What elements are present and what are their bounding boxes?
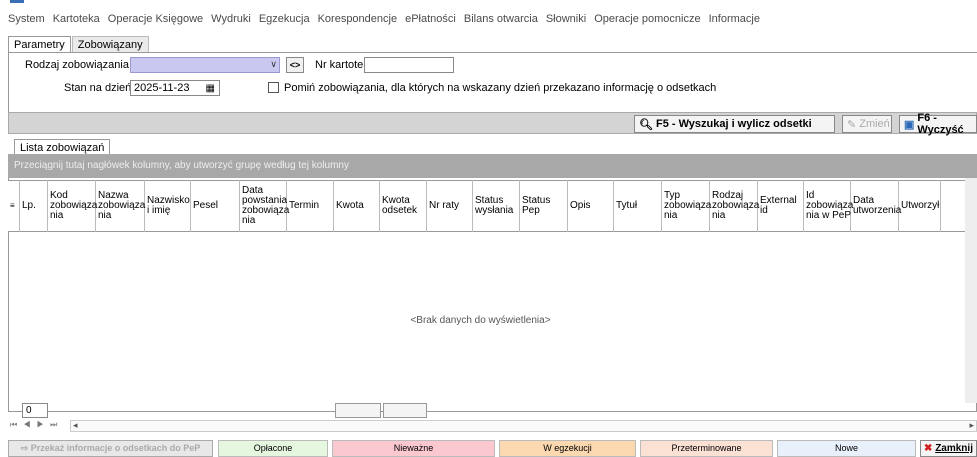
record-navigator[interactable]: ⏮ ◀ ▶ ⏭ bbox=[10, 420, 59, 430]
horizontal-scrollbar[interactable]: ◂ ▸ bbox=[70, 420, 977, 432]
row-count: 0 bbox=[22, 403, 48, 418]
menu-eplatnosci[interactable]: ePłatności bbox=[401, 13, 460, 25]
col-pesel[interactable]: Pesel bbox=[191, 180, 240, 232]
eraser-icon: ▣ bbox=[904, 118, 915, 131]
col-data-powstania[interactable]: Data powstania zobowiąza nia bbox=[240, 180, 289, 232]
tab-zobowiazany[interactable]: Zobowiązany bbox=[71, 36, 149, 53]
col-kwota[interactable]: Kwota bbox=[334, 180, 380, 232]
menu-slowniki[interactable]: Słowniki bbox=[542, 13, 590, 25]
col-nazwa[interactable]: Nazwa zobowiąza nia bbox=[96, 180, 145, 232]
f6-clear-button[interactable]: ▣ F6 - Wyczyść bbox=[899, 112, 977, 136]
sum-kwota bbox=[335, 403, 381, 418]
col-kod[interactable]: Kod zobowiąza nia bbox=[48, 180, 97, 232]
menu-bar: System Kartoteka Operacje Księgowe Wydru… bbox=[0, 8, 977, 30]
stan-date-value: 2025-11-23 bbox=[134, 82, 190, 94]
col-nazwisko[interactable]: Nazwisko i imię bbox=[145, 180, 191, 232]
col-lp[interactable]: Lp. bbox=[20, 180, 48, 232]
rodzaj-select[interactable]: ∨ bbox=[130, 57, 280, 73]
params-tabs: Parametry Zobowiązany bbox=[8, 36, 150, 53]
zamknij-label: Zamknij bbox=[935, 443, 973, 454]
f5-label: F5 - Wyszukaj i wylicz odsetki bbox=[655, 118, 812, 130]
col-status-wyslania[interactable]: Status wysłania bbox=[473, 180, 520, 232]
legend-w-egzekucji: W egzekucji bbox=[499, 440, 636, 457]
group-by-panel[interactable]: Przeciągnij tutaj nagłówek kolumny, aby … bbox=[8, 154, 977, 178]
menu-egzekucja[interactable]: Egzekucja bbox=[255, 13, 314, 25]
arrow-right-icon: ⇨ bbox=[20, 443, 29, 453]
stan-label: Stan na dzień bbox=[64, 82, 132, 94]
menu-operacje-pomocnicze[interactable]: Operacje pomocnicze bbox=[590, 13, 704, 25]
title-strip bbox=[0, 0, 977, 6]
przekaz-button[interactable]: ⇨ Przekaż informacje o odsetkach do PeP bbox=[8, 440, 213, 457]
f5-search-button[interactable]: 🔍︎ F5 - Wyszukaj i wylicz odsetki bbox=[634, 115, 835, 133]
menu-informacje[interactable]: Informacje bbox=[705, 13, 764, 25]
legend-niewazne: Nieważne bbox=[332, 440, 495, 457]
menu-bilans-otwarcia[interactable]: Bilans otwarcia bbox=[460, 13, 542, 25]
app-icon bbox=[10, 0, 24, 3]
legend-nowe: Nowe bbox=[777, 440, 916, 457]
stan-date-input[interactable]: 2025-11-23 ▦ bbox=[130, 80, 220, 96]
col-opis[interactable]: Opis bbox=[568, 180, 614, 232]
col-status-pep[interactable]: Status Pep bbox=[520, 180, 568, 232]
zmien-button[interactable]: ✎ Zmień bbox=[842, 115, 892, 133]
menu-kartoteka[interactable]: Kartoteka bbox=[49, 13, 104, 25]
zamknij-button[interactable]: ✖ Zamknij bbox=[920, 440, 977, 457]
col-external-id[interactable]: External id bbox=[758, 180, 804, 232]
pomin-checkbox[interactable] bbox=[268, 82, 279, 93]
chevron-right-icon[interactable]: ▸ bbox=[969, 420, 974, 431]
close-icon: ✖ bbox=[924, 443, 933, 454]
menu-wydruki[interactable]: Wydruki bbox=[207, 13, 255, 25]
col-kwota-odsetek[interactable]: Kwota odsetek bbox=[380, 180, 427, 232]
column-chooser-icon[interactable]: ≡ bbox=[8, 180, 20, 232]
col-termin[interactable]: Termin bbox=[287, 180, 334, 232]
vertical-scrollbar[interactable] bbox=[965, 178, 977, 403]
col-nr-raty[interactable]: Nr raty bbox=[427, 180, 473, 232]
col-utworzyl[interactable]: Utworzył bbox=[899, 180, 941, 232]
zmien-label: Zmień bbox=[859, 118, 890, 130]
edit-icon: ✎ bbox=[847, 118, 857, 131]
nr-kartoteki-label: Nr kartoteki bbox=[315, 59, 372, 71]
nr-kartoteki-input[interactable] bbox=[364, 57, 454, 73]
col-data-utworzenia[interactable]: Data utworzenia bbox=[851, 180, 901, 232]
chevron-down-icon: ∨ bbox=[270, 59, 277, 69]
empty-grid-message: <Brak danych do wyświetlenia> bbox=[410, 315, 551, 326]
search-icon: 🔍︎ bbox=[639, 118, 653, 131]
col-tytul[interactable]: Tytuł bbox=[614, 180, 662, 232]
menu-operacje-ksiegowe[interactable]: Operacje Księgowe bbox=[104, 13, 207, 25]
f6-label: F6 - Wyczyść bbox=[917, 112, 964, 136]
col-rodzaj[interactable]: Rodzaj zobowiąza nia bbox=[710, 180, 759, 232]
col-typ[interactable]: Typ zobowiąza nia bbox=[662, 180, 711, 232]
chevron-left-icon[interactable]: ◂ bbox=[73, 420, 78, 431]
menu-system[interactable]: System bbox=[4, 13, 49, 25]
calendar-icon[interactable]: ▦ bbox=[206, 82, 215, 96]
legend-oplacone: Opłacone bbox=[218, 440, 328, 457]
legend-przeterminowane: Przeterminowane bbox=[640, 440, 773, 457]
col-id-pep[interactable]: Id zobowiąza nia w PeP bbox=[804, 180, 853, 232]
swap-button[interactable]: <> bbox=[286, 57, 304, 73]
tab-parametry[interactable]: Parametry bbox=[8, 36, 71, 53]
menu-korespondencje[interactable]: Korespondencje bbox=[314, 13, 402, 25]
sum-kwota-odsetek bbox=[383, 403, 427, 418]
pomin-label: Pomiń zobowiązania, dla których na wskaz… bbox=[284, 82, 717, 94]
przekaz-label: Przekaż informacje o odsetkach do PeP bbox=[30, 443, 201, 453]
